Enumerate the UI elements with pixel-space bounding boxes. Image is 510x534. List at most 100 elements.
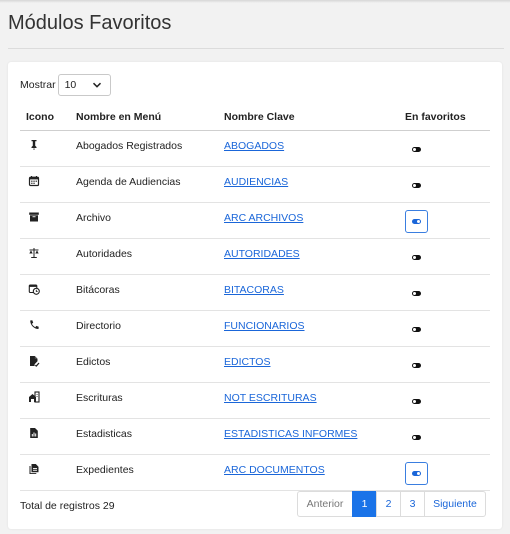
toggle-icon	[412, 218, 421, 224]
module-key-link[interactable]: AUDIENCIAS	[224, 176, 288, 188]
file-copy-icon	[28, 463, 40, 475]
favorite-cell	[405, 310, 490, 347]
table-row: Abogados Registrados ABOGADOS	[20, 130, 490, 167]
favorite-cell	[405, 202, 490, 239]
toggle-icon	[412, 470, 421, 476]
row-icon-cell	[20, 310, 76, 347]
favorite-cell	[405, 454, 490, 491]
favorite-cell	[405, 130, 490, 167]
row-icon-cell	[20, 238, 76, 275]
gavel-icon	[28, 139, 40, 151]
top-shadow	[0, 0, 510, 3]
module-key-link[interactable]: BITACORAS	[224, 284, 284, 296]
toggle-icon	[412, 146, 421, 152]
page-length-label: Mostrar	[20, 79, 56, 91]
favorite-cell	[405, 166, 490, 203]
table-row: Agenda de Audiencias AUDIENCIAS	[20, 166, 490, 203]
favorite-toggle[interactable]	[405, 246, 428, 269]
column-header-icon[interactable]: Icono	[20, 104, 76, 131]
file-chart-icon	[28, 427, 40, 439]
favorite-toggle[interactable]	[405, 461, 428, 485]
row-icon-cell	[20, 382, 76, 419]
module-name: Archivo	[76, 202, 224, 239]
pagination-page-3[interactable]: 3	[400, 491, 425, 517]
module-key-link[interactable]: ABOGADOS	[224, 140, 284, 152]
calendar-clock-icon	[28, 283, 40, 295]
favorite-cell	[405, 274, 490, 311]
pagination-page-2[interactable]: 2	[376, 491, 401, 517]
pagination: Anterior 1 2 3 Siguiente	[297, 491, 486, 517]
column-header-name[interactable]: Nombre en Menú	[76, 104, 224, 131]
row-icon-cell	[20, 202, 76, 239]
row-icon-cell	[20, 346, 76, 383]
favorite-toggle[interactable]	[405, 138, 428, 161]
row-icon-cell	[20, 166, 76, 203]
module-key-link[interactable]: ARC ARCHIVOS	[224, 212, 303, 224]
table-row: Edictos EDICTOS	[20, 346, 490, 383]
module-key-cell: EDICTOS	[224, 346, 405, 383]
module-name: Expedientes	[76, 454, 224, 491]
module-key-link[interactable]: EDICTOS	[224, 356, 270, 368]
table-row: Directorio FUNCIONARIOS	[20, 310, 490, 347]
favorite-cell	[405, 382, 490, 419]
row-icon-cell	[20, 274, 76, 311]
module-name: Bitácoras	[76, 274, 224, 311]
page-length-value: 10	[64, 79, 77, 91]
pagination-previous[interactable]: Anterior	[297, 491, 353, 517]
module-name: Abogados Registrados	[76, 130, 224, 167]
favorite-toggle[interactable]	[405, 282, 428, 305]
row-icon-cell	[20, 454, 76, 491]
page-length-control: Mostrar 10	[20, 74, 111, 96]
table-row: Expedientes ARC DOCUMENTOS	[20, 454, 490, 491]
module-key-link[interactable]: AUTORIDADES	[224, 248, 300, 260]
module-name: Escrituras	[76, 382, 224, 419]
table-header-row: Icono Nombre en Menú Nombre Clave En fav…	[20, 104, 490, 131]
favorite-cell	[405, 238, 490, 275]
pagination-page-1[interactable]: 1	[352, 491, 377, 517]
table-row: Autoridades AUTORIDADES	[20, 238, 490, 275]
toggle-icon	[412, 362, 421, 368]
toggle-icon	[412, 182, 421, 188]
module-key-cell: ARC ARCHIVOS	[224, 202, 405, 239]
module-key-cell: ARC DOCUMENTOS	[224, 454, 405, 491]
favorite-toggle[interactable]	[405, 174, 428, 197]
favorite-toggle[interactable]	[405, 390, 428, 413]
module-name: Estadisticas	[76, 418, 224, 455]
phone-icon	[28, 319, 40, 331]
home-work-icon	[28, 390, 40, 403]
row-icon-cell	[20, 130, 76, 167]
page-length-select[interactable]: 10	[57, 74, 111, 96]
module-key-link[interactable]: FUNCIONARIOS	[224, 320, 305, 332]
module-key-cell: AUDIENCIAS	[224, 166, 405, 203]
column-header-key[interactable]: Nombre Clave	[224, 104, 405, 131]
toggle-icon	[412, 326, 421, 332]
module-key-cell: BITACORAS	[224, 274, 405, 311]
favorite-toggle[interactable]	[405, 426, 428, 449]
favorite-cell	[405, 418, 490, 455]
modules-table: Icono Nombre en Menú Nombre Clave En fav…	[20, 104, 490, 491]
module-key-cell: NOT ESCRITURAS	[224, 382, 405, 419]
module-key-link[interactable]: ESTADISTICAS INFORMES	[224, 428, 357, 440]
module-name: Autoridades	[76, 238, 224, 275]
toggle-icon	[412, 434, 421, 440]
pagination-next[interactable]: Siguiente	[424, 491, 486, 517]
favorite-toggle[interactable]	[405, 318, 428, 341]
column-header-favorites[interactable]: En favoritos	[405, 104, 490, 131]
total-records: Total de registros 29	[20, 500, 115, 512]
toggle-icon	[412, 398, 421, 404]
file-sign-icon	[28, 355, 40, 367]
module-key-cell: AUTORIDADES	[224, 238, 405, 275]
favorite-toggle[interactable]	[405, 354, 428, 377]
favorite-toggle[interactable]	[405, 209, 428, 233]
module-key-cell: ABOGADOS	[224, 130, 405, 167]
calendar-icon	[28, 175, 40, 187]
balance-scale-icon	[28, 247, 40, 259]
module-name: Edictos	[76, 346, 224, 383]
module-key-link[interactable]: ARC DOCUMENTOS	[224, 464, 325, 476]
module-key-link[interactable]: NOT ESCRITURAS	[224, 392, 317, 404]
module-name: Agenda de Audiencias	[76, 166, 224, 203]
toggle-icon	[412, 254, 421, 260]
row-icon-cell	[20, 418, 76, 455]
title-divider	[8, 48, 504, 49]
module-key-cell: FUNCIONARIOS	[224, 310, 405, 347]
